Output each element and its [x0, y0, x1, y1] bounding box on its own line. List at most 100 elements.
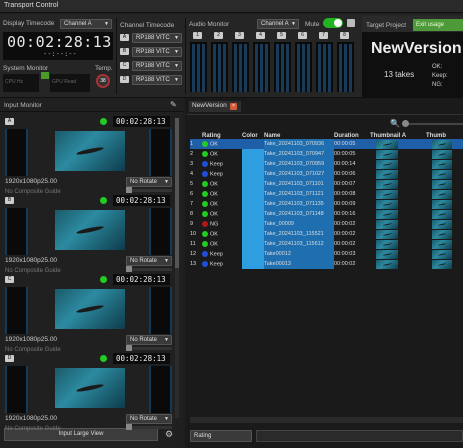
table-row[interactable]: 8 OK Take_20241103_071148 00:00:16: [190, 209, 463, 219]
tool-icon[interactable]: ✎: [170, 101, 178, 109]
table-hscrollbar[interactable]: [190, 417, 463, 423]
thumb-cell[interactable]: [426, 259, 463, 269]
name-cell[interactable]: Take_20241103_070936: [264, 139, 334, 149]
zoom-slider[interactable]: [402, 120, 463, 127]
thumbnail-a-cell[interactable]: [370, 149, 426, 159]
rating-cell[interactable]: OK: [202, 239, 242, 249]
name-cell[interactable]: Take00012: [264, 249, 334, 259]
name-cell[interactable]: Take_20241103_071027: [264, 169, 334, 179]
guide-slider[interactable]: [126, 189, 172, 192]
guide-slider[interactable]: [126, 268, 172, 271]
thumb-cell[interactable]: [426, 139, 463, 149]
thumbnail-a-cell[interactable]: [370, 159, 426, 169]
exit-usage-button[interactable]: Exit usage: [413, 19, 463, 31]
name-cell[interactable]: Take_20241103_071148: [264, 209, 334, 219]
thumb-cell[interactable]: [426, 169, 463, 179]
thumb-cell[interactable]: [426, 189, 463, 199]
guide-slider-handle[interactable]: [126, 187, 132, 193]
rotate-select[interactable]: No Rotate ▼: [126, 177, 172, 187]
color-cell[interactable]: [242, 199, 264, 209]
monitor-preview-image[interactable]: [55, 289, 125, 329]
thumbnail-a-cell[interactable]: [370, 219, 426, 229]
rating-cell[interactable]: OK: [202, 229, 242, 239]
thumb-cell[interactable]: [426, 239, 463, 249]
rating-cell[interactable]: OK: [202, 179, 242, 189]
name-cell[interactable]: Take_20241103_071101: [264, 179, 334, 189]
rating-cell[interactable]: Keep: [202, 249, 242, 259]
table-row[interactable]: 6 OK Take_20241103_071121 00:00:08: [190, 189, 463, 199]
scrollbar-thumb[interactable]: [175, 118, 179, 268]
color-cell[interactable]: [242, 159, 264, 169]
rating-cell[interactable]: OK: [202, 199, 242, 209]
thumbnail-a-cell[interactable]: [370, 169, 426, 179]
name-cell[interactable]: Take_20241103_071121: [264, 189, 334, 199]
display-channel-select[interactable]: Channel A ▼: [60, 19, 112, 29]
zoom-slider-handle[interactable]: [402, 120, 409, 127]
thumbnail-a-cell[interactable]: [370, 189, 426, 199]
color-cell[interactable]: [242, 229, 264, 239]
color-cell[interactable]: [242, 179, 264, 189]
monitor-scrollbar[interactable]: [175, 118, 179, 418]
channel-timecode-select[interactable]: RP188 VITC ▼: [132, 61, 182, 71]
thumbnail-a-cell[interactable]: [370, 259, 426, 269]
guide-slider-handle[interactable]: [126, 345, 132, 351]
close-icon[interactable]: ×: [230, 103, 237, 110]
guide-slider-handle[interactable]: [126, 424, 132, 430]
thumb-cell[interactable]: [426, 199, 463, 209]
name-cell[interactable]: Take_20241103_070959: [264, 159, 334, 169]
rotate-select[interactable]: No Rotate ▼: [126, 414, 172, 424]
thumb-cell[interactable]: [426, 159, 463, 169]
rotate-select[interactable]: No Rotate ▼: [126, 256, 172, 266]
mute-toggle[interactable]: [323, 18, 343, 28]
rating-cell[interactable]: OK: [202, 139, 242, 149]
audio-settings-icon[interactable]: [347, 19, 355, 27]
thumb-cell[interactable]: [426, 219, 463, 229]
table-row[interactable]: 3 Keep Take_20241103_070959 00:00:14: [190, 159, 463, 169]
thumb-cell[interactable]: [426, 149, 463, 159]
monitor-preview-image[interactable]: [55, 131, 125, 171]
rating-cell[interactable]: OK: [202, 189, 242, 199]
rotate-select[interactable]: No Rotate ▼: [126, 335, 172, 345]
thumb-cell[interactable]: [426, 179, 463, 189]
color-cell[interactable]: [242, 219, 264, 229]
audio-channel-select[interactable]: Channel A ▼: [257, 19, 299, 29]
thumbnail-a-cell[interactable]: [370, 249, 426, 259]
table-row[interactable]: 10 OK Take_20241103_115521 00:00:02: [190, 229, 463, 239]
table-row[interactable]: 2 OK Take_20241103_070947 00:00:05: [190, 149, 463, 159]
search-icon[interactable]: 🔍: [390, 119, 400, 128]
monitor-preview-image[interactable]: [55, 210, 125, 250]
thumbnail-a-cell[interactable]: [370, 199, 426, 209]
name-cell[interactable]: Take_20241103_115612: [264, 239, 334, 249]
window-title[interactable]: Transport Control: [4, 2, 58, 9]
table-row[interactable]: 4 Keep Take_20241103_071027 00:00:06: [190, 169, 463, 179]
table-row[interactable]: 9 NG Take_00009 00:00:02: [190, 219, 463, 229]
table-row[interactable]: 5 OK Take_20241103_071101 00:00:07: [190, 179, 463, 189]
color-cell[interactable]: [242, 239, 264, 249]
guide-slider[interactable]: [126, 347, 172, 350]
color-cell[interactable]: [242, 209, 264, 219]
rating-cell[interactable]: Keep: [202, 259, 242, 269]
filter-input[interactable]: [256, 430, 463, 442]
thumb-cell[interactable]: [426, 249, 463, 259]
rating-cell[interactable]: OK: [202, 209, 242, 219]
thumb-cell[interactable]: [426, 229, 463, 239]
channel-timecode-select[interactable]: RP188 VITC ▼: [132, 75, 182, 85]
guide-slider[interactable]: [126, 426, 172, 429]
table-row[interactable]: 12 Keep Take00012 00:00:03: [190, 249, 463, 259]
thumbnail-a-cell[interactable]: [370, 179, 426, 189]
color-cell[interactable]: [242, 149, 264, 159]
color-cell[interactable]: [242, 139, 264, 149]
thumbnail-a-cell[interactable]: [370, 139, 426, 149]
monitor-preview-image[interactable]: [55, 368, 125, 408]
name-cell[interactable]: Take_20241103_071135: [264, 199, 334, 209]
table-row[interactable]: 1 OK Take_20241103_070936 00:00:05: [190, 139, 463, 149]
table-row[interactable]: 11 OK Take_20241103_115612 00:00:02: [190, 239, 463, 249]
rating-cell[interactable]: Keep: [202, 159, 242, 169]
name-cell[interactable]: Take00013: [264, 259, 334, 269]
rating-cell[interactable]: NG: [202, 219, 242, 229]
name-cell[interactable]: Take_20241103_070947: [264, 149, 334, 159]
thumbnail-a-cell[interactable]: [370, 239, 426, 249]
thumbnail-a-cell[interactable]: [370, 229, 426, 239]
color-cell[interactable]: [242, 259, 264, 269]
color-cell[interactable]: [242, 189, 264, 199]
